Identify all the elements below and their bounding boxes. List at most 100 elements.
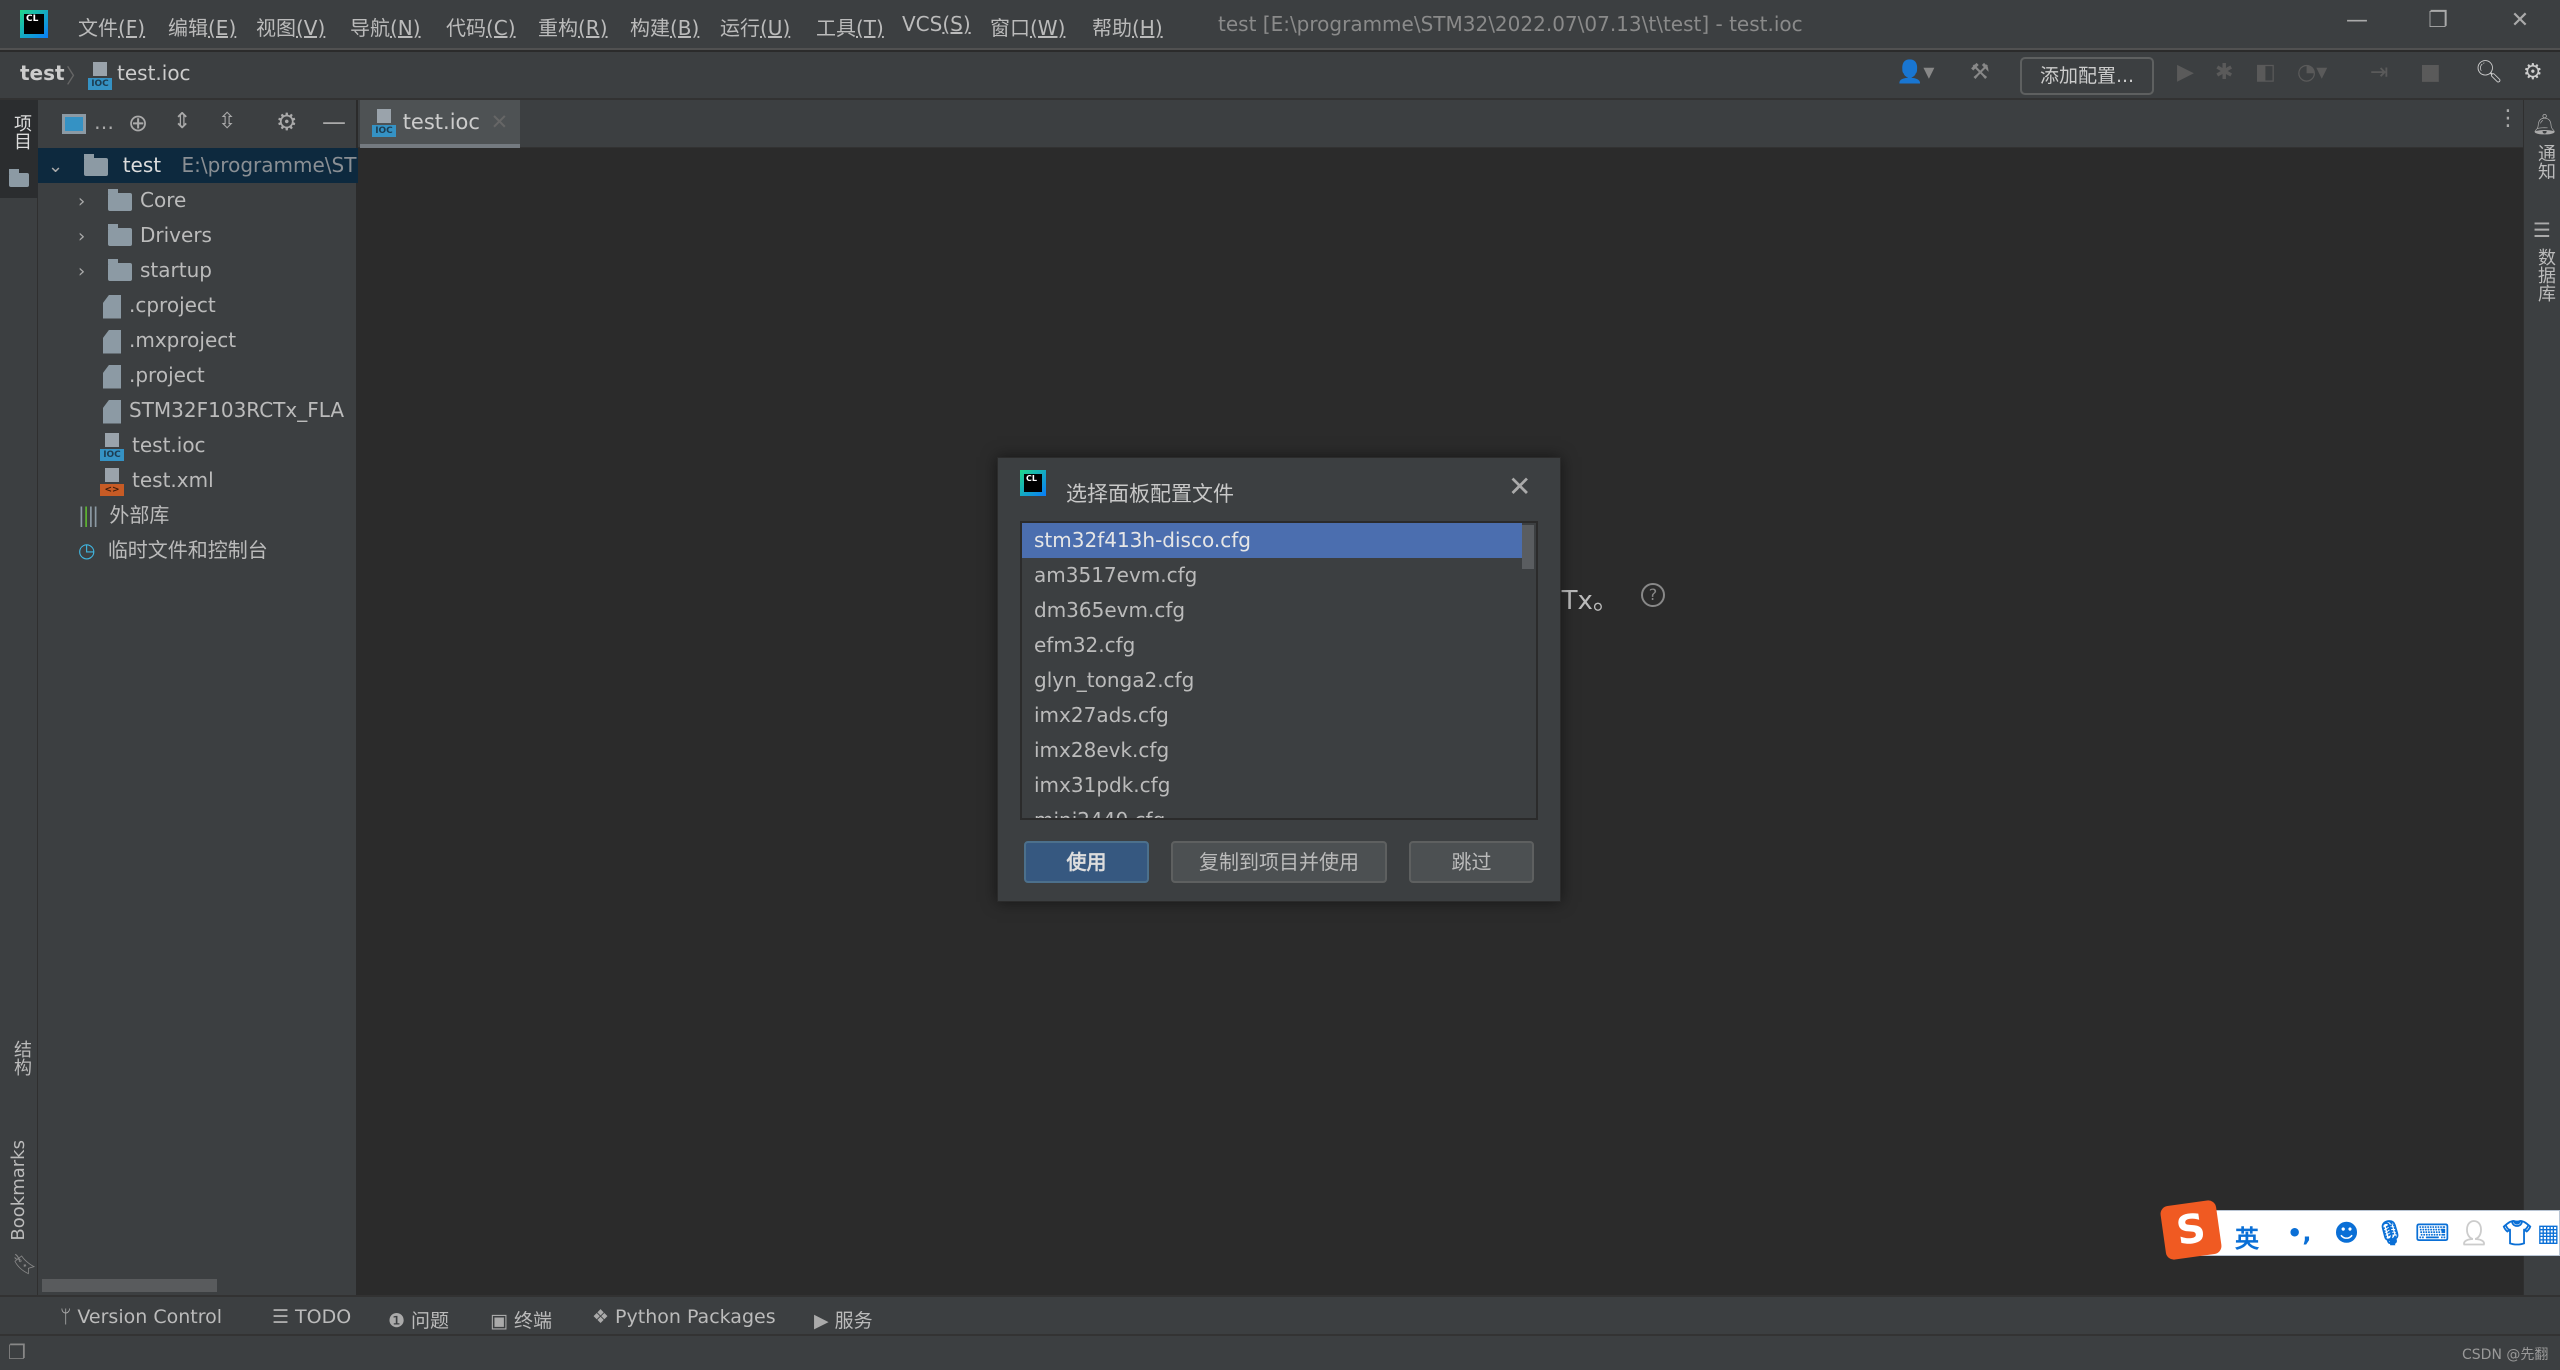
- tool-window-button[interactable]: ☰ TODO: [272, 1306, 351, 1328]
- tree-item-scratches[interactable]: ◷ 临时文件和控制台: [38, 533, 358, 568]
- tool-window-button[interactable]: ▣ 终端: [490, 1306, 552, 1333]
- toolbox-grid-icon[interactable]: ▦: [2537, 1219, 2560, 1247]
- add-configuration-button[interactable]: 添加配置...: [2020, 57, 2154, 95]
- list-item[interactable]: imx27ads.cfg: [1022, 698, 1522, 733]
- skip-button[interactable]: 跳过: [1409, 841, 1534, 883]
- tab-test-ioc[interactable]: IOC test.ioc ✕: [360, 100, 520, 148]
- menu-item[interactable]: 帮助(H): [1092, 12, 1163, 41]
- emoji-icon[interactable]: ☻: [2334, 1219, 2359, 1247]
- skin-shirt-icon[interactable]: 👕︎: [2502, 1219, 2532, 1247]
- chevron-right-icon[interactable]: ›: [78, 254, 100, 288]
- tool-window-label: 服务: [834, 1310, 873, 1332]
- menu-item[interactable]: 文件(F): [78, 12, 145, 41]
- tree-item[interactable]: <> test.xml: [38, 463, 358, 498]
- hide-panel-icon[interactable]: —: [322, 108, 346, 136]
- tree-item[interactable]: .cproject: [38, 288, 358, 323]
- bookmarks-tool-button[interactable]: Bookmarks: [8, 1140, 29, 1241]
- locate-icon[interactable]: ⊕: [128, 109, 148, 137]
- sogou-logo-icon[interactable]: S: [2159, 1199, 2223, 1261]
- ime-punctuation-toggle[interactable]: •,: [2287, 1219, 2311, 1247]
- options-gear-icon[interactable]: ⚙: [276, 108, 298, 136]
- folder-icon: [108, 188, 132, 211]
- tree-item[interactable]: STM32F103RCTx_FLA: [38, 393, 358, 428]
- tree-item[interactable]: .mxproject: [38, 323, 358, 358]
- more-vertical-icon[interactable]: ⋮: [2497, 106, 2519, 131]
- tree-item[interactable]: › startup: [38, 253, 358, 288]
- chevron-right-icon[interactable]: ›: [78, 219, 100, 253]
- menu-item[interactable]: 构建(B): [630, 12, 699, 41]
- microphone-icon[interactable]: 🎙︎: [2375, 1219, 2405, 1247]
- menu-label: 工具: [816, 16, 856, 40]
- menu-label: 代码: [446, 16, 486, 40]
- menu-item[interactable]: 窗口(W): [990, 12, 1065, 41]
- chevron-down-icon[interactable]: ⌄: [48, 149, 70, 183]
- toggle-tool-windows-icon[interactable]: ❐: [8, 1340, 26, 1364]
- tree-root-test[interactable]: ⌄ test E:\programme\STM: [38, 148, 358, 183]
- expand-all-icon[interactable]: ⇕: [173, 109, 191, 134]
- keyboard-icon[interactable]: ⌨: [2415, 1219, 2450, 1247]
- tree-item[interactable]: › Drivers: [38, 218, 358, 253]
- tree-item[interactable]: › Core: [38, 183, 358, 218]
- chevron-right-icon[interactable]: ›: [78, 184, 100, 218]
- list-item[interactable]: dm365evm.cfg: [1022, 593, 1522, 628]
- restore-button[interactable]: ❐: [2418, 8, 2458, 42]
- list-item[interactable]: imx28evk.cfg: [1022, 733, 1522, 768]
- user-dropdown-icon[interactable]: 👤▾: [1896, 60, 1934, 85]
- settings-gear-icon[interactable]: ⚙: [2523, 60, 2543, 85]
- list-item[interactable]: efm32.cfg: [1022, 628, 1522, 663]
- list-item[interactable]: glyn_tonga2.cfg: [1022, 663, 1522, 698]
- notifications-tool-button[interactable]: 通知: [2532, 144, 2558, 180]
- copy-to-project-and-use-button[interactable]: 复制到项目并使用: [1171, 841, 1387, 883]
- menu-item[interactable]: 重构(R): [538, 12, 608, 41]
- menu-item[interactable]: 编辑(E): [168, 12, 236, 41]
- tool-window-button[interactable]: ❖ Python Packages: [592, 1306, 776, 1328]
- coverage-icon[interactable]: ◧: [2255, 60, 2276, 85]
- debug-icon[interactable]: ✱: [2215, 60, 2233, 85]
- run-icon[interactable]: ▶: [2177, 60, 2194, 85]
- ime-mode-toggle[interactable]: 英: [2235, 1219, 2259, 1254]
- user-icon[interactable]: 👤︎: [2459, 1219, 2489, 1247]
- database-tool-button[interactable]: 数据库: [2532, 248, 2558, 302]
- collapse-all-icon[interactable]: ⇳: [218, 109, 236, 134]
- tool-window-button[interactable]: ❶ 问题: [388, 1306, 449, 1333]
- tool-window-button[interactable]: ᛘ Version Control: [60, 1306, 222, 1328]
- tree-item-external-libraries[interactable]: |||| 外部库: [38, 498, 358, 533]
- menu-item[interactable]: 工具(T): [816, 12, 884, 41]
- dialog-close-icon[interactable]: ✕: [1508, 470, 1531, 503]
- list-item[interactable]: imx31pdk.cfg: [1022, 768, 1522, 803]
- config-file-list[interactable]: stm32f413h-disco.cfg am3517evm.cfg dm365ev…: [1020, 521, 1538, 820]
- minimize-button[interactable]: —: [2337, 8, 2377, 42]
- search-icon[interactable]: 🔍︎: [2475, 60, 2503, 85]
- menu-item[interactable]: VCS(S): [902, 12, 971, 36]
- tree-item[interactable]: IOC test.ioc: [38, 428, 358, 463]
- stop-icon[interactable]: ■: [2420, 60, 2441, 85]
- breadcrumb-separator: 〉: [66, 64, 86, 88]
- project-tool-button[interactable]: 项目: [0, 100, 38, 198]
- profile-dropdown-icon[interactable]: ◔▾: [2297, 60, 2327, 85]
- breadcrumb-project[interactable]: test: [20, 61, 65, 85]
- tree-item[interactable]: .project: [38, 358, 358, 393]
- menu-item[interactable]: 运行(U): [720, 12, 790, 41]
- bell-icon: 🔔︎: [2532, 112, 2558, 136]
- close-tab-icon[interactable]: ✕: [491, 110, 509, 134]
- list-item[interactable]: stm32f413h-disco.cfg: [1022, 523, 1522, 558]
- close-window-button[interactable]: ✕: [2500, 8, 2540, 42]
- breadcrumb-file[interactable]: test.ioc: [117, 61, 191, 85]
- attach-icon[interactable]: ⇥: [2370, 60, 2388, 85]
- view-selector-icon[interactable]: [62, 114, 86, 134]
- list-item[interactable]: am3517evm.cfg: [1022, 558, 1522, 593]
- menu-item[interactable]: 导航(N): [350, 12, 421, 41]
- build-hammer-icon[interactable]: ⚒: [1970, 60, 1990, 85]
- menu-item[interactable]: 代码(C): [446, 12, 516, 41]
- list-scrollbar[interactable]: [1522, 525, 1534, 569]
- list-item[interactable]: mini2440.cfg: [1022, 803, 1522, 818]
- help-icon[interactable]: ?: [1641, 583, 1665, 607]
- structure-tool-button[interactable]: 结构: [8, 1040, 34, 1076]
- horizontal-scrollbar[interactable]: [42, 1279, 217, 1292]
- project-panel-header: … ⊕ ⇕ ⇳ ⚙ —: [38, 100, 358, 148]
- more-icon[interactable]: …: [94, 110, 114, 134]
- tool-window-button[interactable]: ▶ 服务: [814, 1306, 873, 1333]
- bottom-tool-bar: ᛘ Version Control ☰ TODO ❶ 问题 ▣ 终端 ❖ Python Packa…: [0, 1295, 2560, 1334]
- use-button[interactable]: 使用: [1024, 841, 1149, 883]
- menu-item[interactable]: 视图(V): [256, 12, 325, 41]
